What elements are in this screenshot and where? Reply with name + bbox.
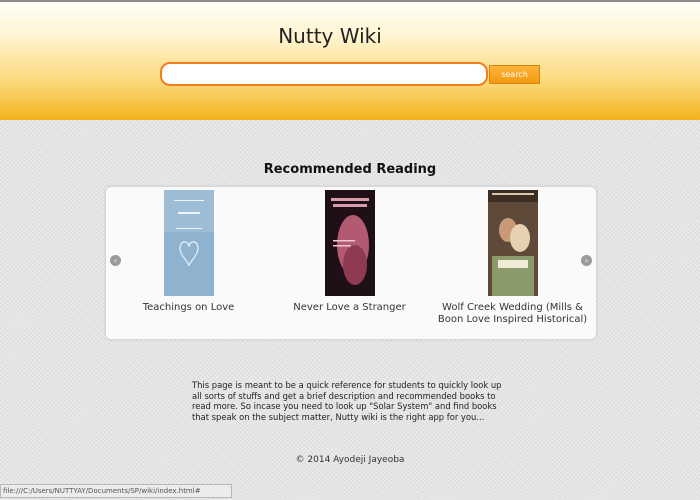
book-item[interactable]: Never Love a Stranger (272, 190, 427, 314)
footer-copyright: © 2014 Ayodeji Jayeoba (295, 455, 405, 465)
book-item[interactable]: Teachings on Love (111, 190, 266, 314)
book-item[interactable]: Wolf Creek Wedding (Mills & Boon Love In… (435, 190, 590, 326)
book-cover-wolf-creek-wedding[interactable] (487, 190, 538, 296)
recommended-heading: Recommended Reading (263, 162, 437, 177)
book-caption[interactable]: Never Love a Stranger (272, 302, 427, 314)
site-title: Nutty Wiki (278, 24, 382, 48)
browser-status-bar: file:///C:/Users/NUTTYAY/Documents/SP/wi… (0, 484, 232, 498)
page-description: This page is meant to be a quick referen… (192, 380, 502, 422)
search-button[interactable]: search (489, 65, 540, 84)
book-cover-never-love-a-stranger[interactable] (324, 190, 375, 296)
book-caption[interactable]: Teachings on Love (111, 302, 266, 314)
book-caption[interactable]: Wolf Creek Wedding (Mills & Boon Love In… (435, 302, 590, 326)
site-header: Nutty Wiki search (0, 2, 700, 120)
book-cover-teachings-on-love[interactable] (163, 190, 214, 296)
book-carousel: ‹ › Teachings on Love Never Love a Stran… (105, 186, 597, 340)
search-input[interactable] (160, 62, 488, 86)
